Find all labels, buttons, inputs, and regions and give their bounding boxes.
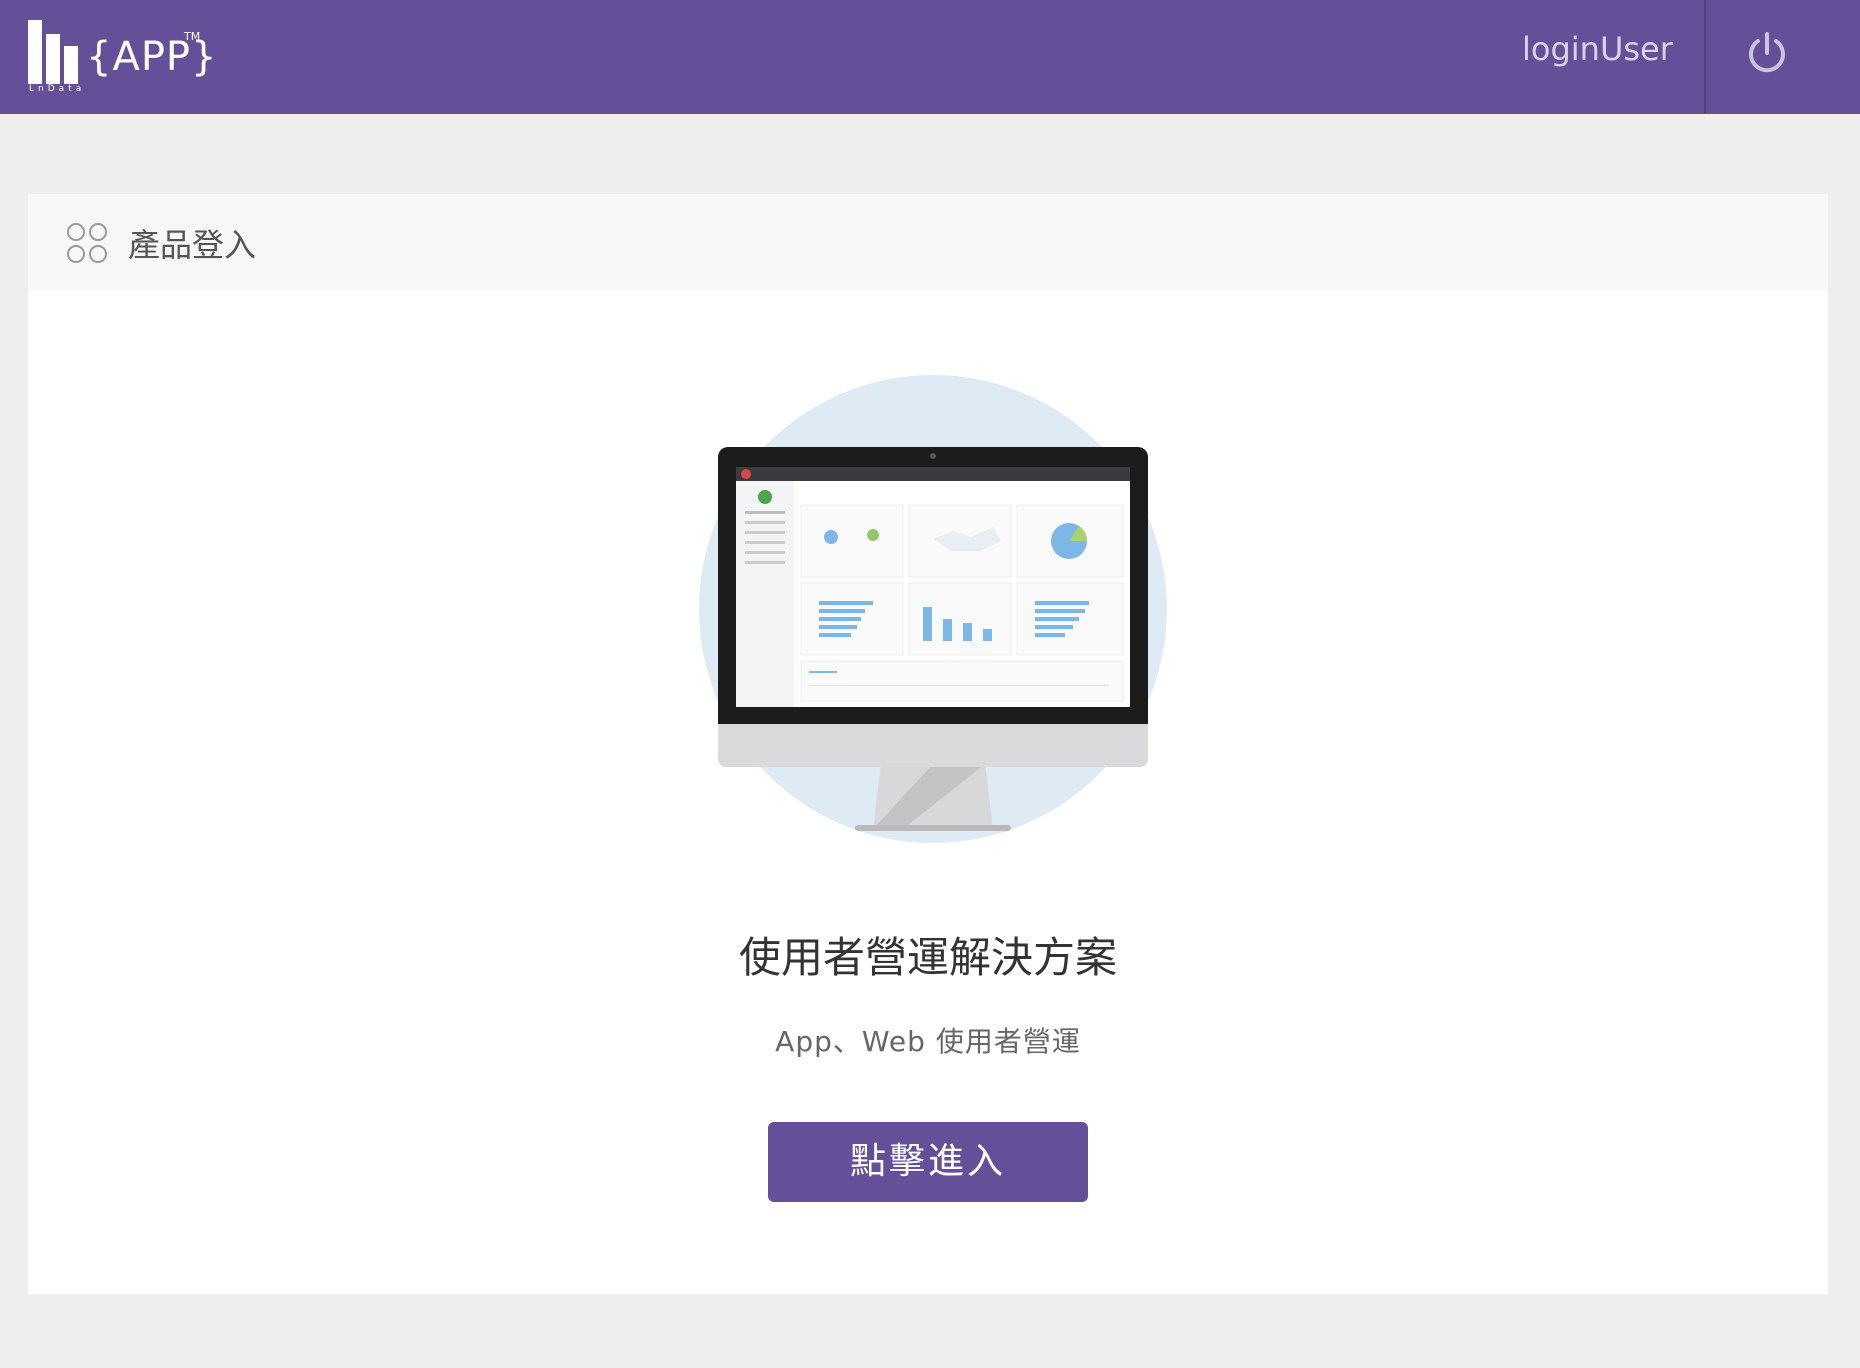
apps-icon [67, 223, 107, 263]
solution-headline: 使用者營運解決方案 [738, 933, 1117, 982]
logo-bars-icon [28, 20, 78, 84]
card-header: 產品登入 [28, 194, 1828, 290]
product-login-card: 產品登入 使用者營運解決方案 App、Web 使用者營運 點擊進入 [28, 194, 1828, 1294]
enter-button[interactable]: 點擊進入 [768, 1122, 1088, 1202]
top-bar: {APP} TM LnData loginUser [0, 0, 1860, 114]
power-icon[interactable] [1744, 30, 1790, 76]
logo[interactable]: {APP} TM LnData [28, 20, 217, 96]
dashboard-monitor-illustration [699, 375, 1167, 843]
logo-subtext: LnData [29, 84, 86, 94]
card-title: 產品登入 [128, 226, 257, 264]
username-label[interactable]: loginUser [1522, 30, 1673, 68]
solution-subline: App、Web 使用者營運 [775, 1025, 1081, 1058]
logo-trademark: TM [184, 30, 201, 43]
header-divider [1704, 0, 1706, 114]
